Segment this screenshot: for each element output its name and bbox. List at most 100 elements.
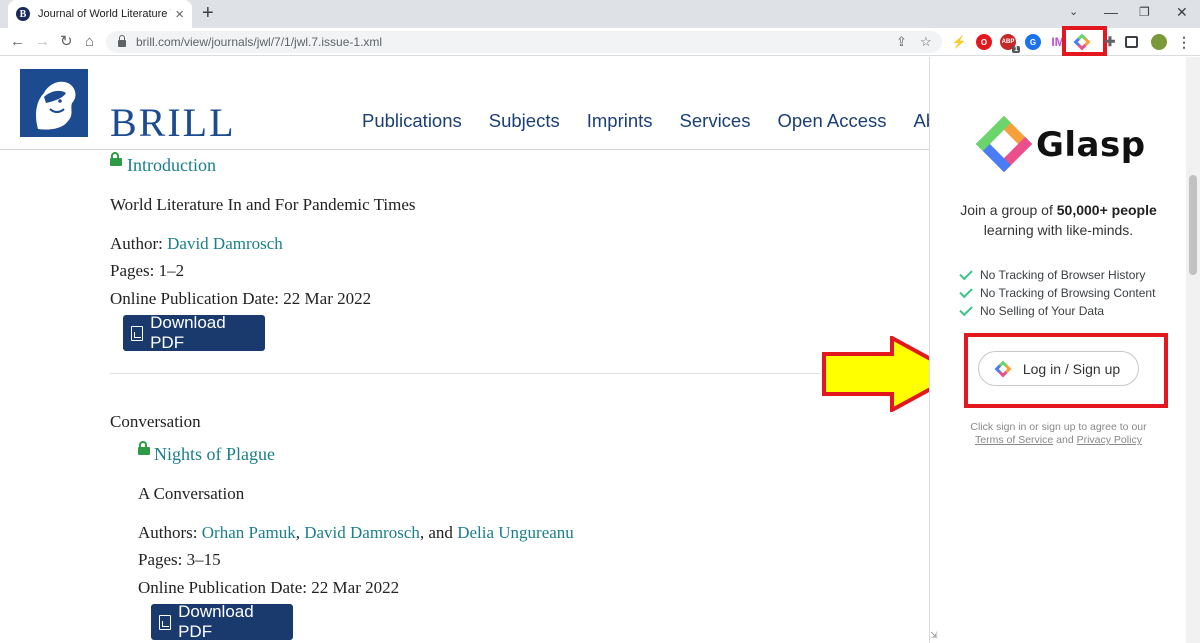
check-icon	[959, 266, 973, 281]
web-page: Introduction World Literature In and For…	[0, 57, 930, 643]
glasp-extension-popup: Glasp Join a group of 50,000+ people lea…	[929, 57, 1186, 643]
menu-kebab-icon[interactable]: ⋮	[1176, 34, 1192, 50]
new-tab-icon[interactable]: +	[202, 3, 214, 23]
author-link[interactable]: David Damrosch	[167, 234, 283, 253]
author-separator: ,	[295, 523, 300, 542]
pages-line: Pages: 1–2	[110, 261, 184, 281]
pdf-file-icon	[159, 614, 172, 630]
pages-label: Pages:	[138, 550, 183, 569]
check-icon	[959, 284, 973, 299]
glasp-logo-icon	[975, 115, 1033, 173]
extension-badge: 1	[1012, 46, 1020, 53]
privacy-policy-link[interactable]: Privacy Policy	[1077, 434, 1142, 446]
close-window-icon[interactable]: ✕	[1176, 4, 1188, 20]
join-suffix: learning with like-minds.	[983, 222, 1134, 238]
minimize-icon[interactable]: —	[1104, 4, 1118, 20]
back-icon[interactable]: ←	[10, 33, 25, 51]
feature-label: No Tracking of Browser History	[980, 268, 1146, 282]
pages-label: Pages:	[110, 261, 155, 280]
author-separator: , and	[419, 523, 453, 542]
feature-label: No Tracking of Browsing Content	[980, 286, 1156, 300]
nav-imprints[interactable]: Imprints	[587, 110, 653, 132]
nav-about[interactable]: Ab	[914, 110, 931, 132]
nav-publications[interactable]: Publications	[362, 110, 462, 132]
date-value: 22 Mar 2022	[311, 578, 400, 597]
publication-date-line: Online Publication Date: 22 Mar 2022	[110, 289, 371, 309]
page-scrollbar[interactable]	[1186, 57, 1200, 643]
authors-line: Author: David Damrosch	[110, 234, 283, 254]
profile-avatar[interactable]	[1151, 34, 1167, 50]
feature-label: No Selling of Your Data	[980, 304, 1105, 318]
site-header: BRILL Publications Subjects Imprints Ser…	[0, 57, 930, 150]
tab-search-chevron-icon[interactable]: ⌄	[1069, 4, 1078, 20]
author-link[interactable]: David Damrosch	[304, 523, 420, 542]
adblock-extension-icon[interactable]: ABP 1	[1000, 34, 1020, 53]
glasp-join-text: Join a group of 50,000+ people learning …	[930, 200, 1187, 240]
terms-text: Click sign in or sign up to agree to our…	[930, 421, 1187, 447]
date-label: Online Publication Date:	[138, 578, 308, 597]
nav-subjects[interactable]: Subjects	[489, 110, 560, 132]
terms-and: and	[1056, 434, 1074, 446]
check-icon	[959, 302, 973, 317]
author-link[interactable]: Delia Ungureanu	[457, 523, 574, 542]
address-bar[interactable]: brill.com/view/journals/jwl/7/1/jwl.7.is…	[106, 31, 942, 53]
lock-icon	[118, 35, 126, 47]
pdf-file-icon	[131, 325, 144, 341]
pages-value: 1–2	[158, 261, 185, 280]
download-pdf-label: Download PDF	[150, 313, 226, 352]
bookmark-star-icon[interactable]: ☆	[920, 34, 932, 50]
author-link[interactable]: Orhan Pamuk	[202, 523, 296, 542]
forward-icon[interactable]: →	[35, 33, 50, 51]
opera-extension-icon[interactable]: O	[976, 34, 992, 50]
feature-item: No Tracking of Browsing Content	[959, 284, 1156, 300]
tab-strip: B Journal of World Literature Volum × + …	[0, 0, 1200, 28]
nav-open-access[interactable]: Open Access	[777, 110, 886, 132]
terms-of-service-link[interactable]: Terms of Service	[975, 434, 1053, 446]
bolt-extension-icon[interactable]: ⚡	[951, 34, 967, 50]
brill-favicon-icon: B	[16, 7, 30, 21]
brill-athena-logo-icon[interactable]	[20, 69, 88, 137]
glasp-brand-title: Glasp	[1036, 125, 1146, 165]
home-icon[interactable]: ⌂	[85, 33, 94, 51]
authors-label: Authors:	[138, 523, 198, 542]
translate-extension-icon[interactable]: G	[1025, 34, 1041, 50]
browser-toolbar: ← → ↻ ⌂ brill.com/view/journals/jwl/7/1/…	[0, 26, 1200, 56]
section-divider	[110, 373, 820, 374]
date-value: 22 Mar 2022	[283, 289, 372, 308]
terms-intro: Click sign in or sign up to agree to our	[970, 421, 1147, 433]
open-access-lock-icon	[110, 152, 122, 166]
highlight-box-login	[964, 333, 1168, 408]
article-title-link[interactable]: Introduction	[127, 155, 216, 176]
share-icon[interactable]: ⇪	[896, 34, 907, 50]
article-title-link[interactable]: Nights of Plague	[154, 444, 275, 465]
main-navigation: Publications Subjects Imprints Services …	[362, 110, 930, 132]
join-prefix: Join a group of	[960, 202, 1053, 218]
highlight-box-extension	[1062, 26, 1107, 56]
scrollbar-thumb[interactable]	[1189, 175, 1197, 275]
browser-tab[interactable]: B Journal of World Literature Volum ×	[8, 0, 192, 28]
brill-wordmark[interactable]: BRILL	[110, 99, 236, 146]
close-tab-icon[interactable]: ×	[175, 7, 184, 22]
side-panel-icon[interactable]	[1125, 36, 1138, 48]
feature-item: No Tracking of Browser History	[959, 266, 1146, 282]
authors-label: Author:	[110, 234, 163, 253]
tab-title: Journal of World Literature Volum	[38, 8, 171, 20]
feature-item: No Selling of Your Data	[959, 302, 1105, 318]
resize-handle-icon[interactable]: ⇲	[930, 630, 938, 641]
extensions-puzzle-icon[interactable]: ✚	[1102, 34, 1118, 50]
download-pdf-label: Download PDF	[178, 602, 254, 641]
restore-icon[interactable]: ❐	[1139, 4, 1150, 20]
section-heading: Conversation	[110, 412, 201, 431]
download-pdf-button[interactable]: Download PDF	[123, 313, 265, 352]
article-subtitle: World Literature In and For Pandemic Tim…	[110, 195, 416, 214]
reload-icon[interactable]: ↻	[60, 33, 73, 51]
open-access-lock-icon	[138, 441, 150, 455]
authors-line: Authors: Orhan Pamuk, David Damrosch, an…	[138, 523, 574, 543]
article-subtitle: A Conversation	[138, 484, 245, 503]
download-pdf-button[interactable]: Download PDF	[151, 602, 293, 641]
date-label: Online Publication Date:	[110, 289, 280, 308]
publication-date-line: Online Publication Date: 22 Mar 2022	[138, 578, 399, 598]
pages-value: 3–15	[186, 550, 221, 569]
nav-services[interactable]: Services	[680, 110, 751, 132]
pages-line: Pages: 3–15	[138, 550, 221, 570]
